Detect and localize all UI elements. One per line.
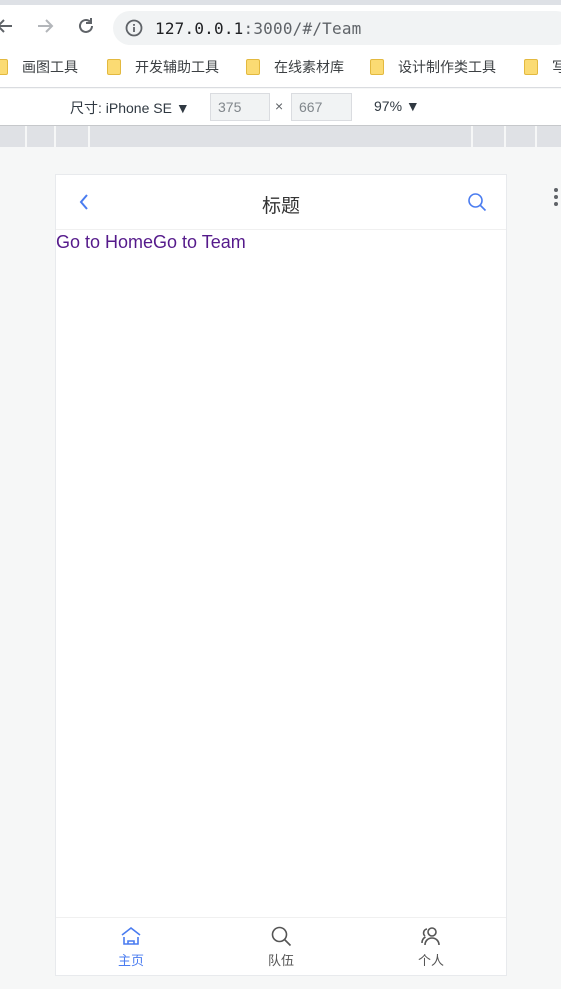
bookmark-label: 开发辅助工具 [135,59,219,75]
bookmark-label: 写 [552,59,561,75]
bookmark-folder[interactable]: 在线素材库 [246,57,344,77]
bookmark-label: 画图工具 [22,59,78,75]
bookmark-folder[interactable]: 设计制作类工具 [370,57,496,77]
folder-icon [524,59,538,75]
height-input[interactable]: 667 [291,93,352,121]
folder-icon [0,59,8,75]
ruler-tick [471,126,473,147]
forward-button[interactable] [32,13,58,39]
folder-icon [246,59,260,75]
nav-links: Go to HomeGo to Team [56,232,246,253]
folder-icon [370,59,384,75]
arrow-left-icon [0,19,12,33]
device-select[interactable]: 尺寸: iPhone SE ▼ [70,98,190,118]
page-title: 标题 [261,196,300,217]
tab-home[interactable]: 主页 [56,924,206,969]
bookmarks-bar: 画图工具 开发辅助工具 在线素材库 设计制作类工具 写 [0,47,561,88]
bookmark-folder[interactable]: 开发辅助工具 [107,57,219,77]
ruler-tick [535,126,537,147]
bookmark-label: 设计制作类工具 [398,59,496,75]
search-icon[interactable] [467,192,487,212]
bottom-tab-bar: 主页 队伍 个人 [56,917,506,975]
tab-label: 队伍 [267,953,294,968]
caret-down-icon: ▼ [405,98,420,114]
caret-down-icon: ▼ [175,100,190,116]
width-input[interactable]: 375 [210,93,270,121]
more-options-icon[interactable] [554,188,558,206]
times-sign: × [275,98,284,114]
tab-profile[interactable]: 个人 [356,924,506,969]
device-viewport: 标题 Go to HomeGo to Team 主页 队伍 个人 [55,174,507,976]
tab-label: 个人 [417,953,444,968]
folder-icon [107,59,121,75]
home-icon [121,926,141,945]
bookmark-label: 在线素材库 [274,59,344,75]
zoom-select[interactable]: 97% ▼ [374,98,420,114]
media-query-ruler [0,125,561,147]
address-bar[interactable]: 127.0.0.1:3000/#/Team [113,11,561,45]
user-icon [421,927,440,946]
ruler-tick [88,126,90,147]
app-header: 标题 [56,175,506,230]
ruler-tick [25,126,27,147]
tab-team[interactable]: 队伍 [206,924,356,969]
info-icon[interactable] [125,19,143,37]
device-toolbar: 尺寸: iPhone SE ▼ 375 × 667 97% ▼ [0,89,561,206]
arrow-right-icon [38,19,54,33]
back-button[interactable] [0,13,18,39]
go-home-link[interactable]: Go to Home [56,232,153,252]
search-icon [271,926,292,947]
ruler-tick [504,126,506,147]
go-team-link[interactable]: Go to Team [153,232,246,252]
reload-button[interactable] [73,13,99,39]
tab-label: 主页 [117,953,144,968]
bookmark-folder[interactable]: 画图工具 [0,57,78,77]
ruler-tick [54,126,56,147]
url-text: 127.0.0.1:3000/#/Team [155,19,362,38]
bookmark-folder[interactable]: 写 [524,57,561,77]
browser-toolbar: 127.0.0.1:3000/#/Team [0,5,561,47]
reload-icon [79,18,93,33]
